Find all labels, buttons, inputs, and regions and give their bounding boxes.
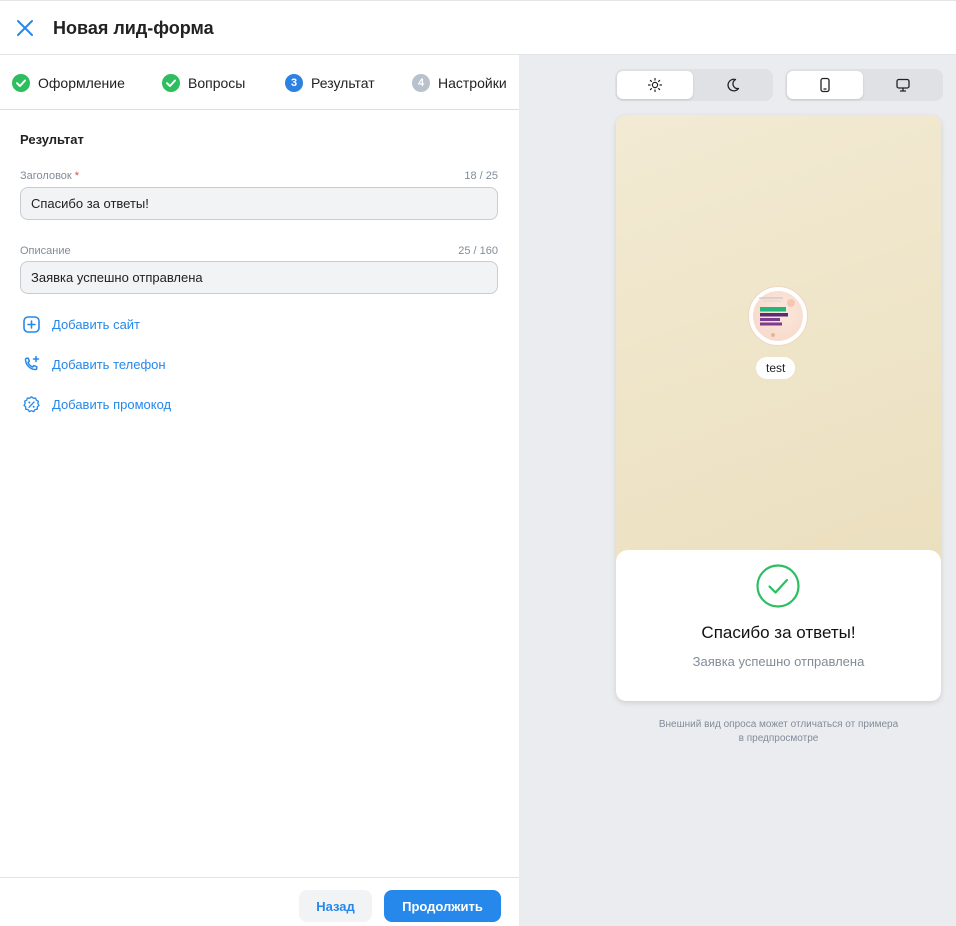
- form-panel: Оформление Вопросы 3 Результат 4 Настрой…: [0, 55, 519, 926]
- step-label: Результат: [311, 75, 375, 91]
- moon-icon: [727, 78, 740, 92]
- step-settings[interactable]: 4 Настройки: [412, 73, 507, 93]
- step-label: Настройки: [438, 75, 507, 91]
- step-label: Оформление: [38, 75, 125, 91]
- description-char-counter: 25 / 160: [458, 245, 498, 257]
- brand-name-chip: test: [756, 357, 796, 379]
- result-title: Спасибо за ответы!: [701, 623, 856, 642]
- mobile-preview-button[interactable]: [787, 71, 863, 99]
- check-icon: [12, 74, 30, 92]
- continue-button[interactable]: Продолжить: [384, 890, 501, 922]
- add-site-label: Добавить сайт: [52, 317, 141, 332]
- step-result[interactable]: 3 Результат: [285, 73, 375, 93]
- add-site-link[interactable]: Добавить сайт: [22, 315, 140, 334]
- avatar-image: [753, 291, 803, 341]
- sun-icon: [647, 77, 663, 93]
- form-footer: Назад Продолжить: [0, 877, 519, 926]
- phone-add-icon: [24, 355, 40, 371]
- dark-theme-button[interactable]: [695, 71, 771, 99]
- brand-avatar: [749, 287, 807, 345]
- check-icon: [162, 74, 180, 92]
- preview-disclaimer: Внешний вид опроса может отличаться от п…: [658, 719, 899, 744]
- add-phone-label: Добавить телефон: [52, 357, 166, 372]
- device-switcher: [785, 69, 943, 101]
- light-theme-button[interactable]: [617, 71, 693, 99]
- add-square-icon: [23, 316, 40, 333]
- step-label: Вопросы: [188, 75, 246, 91]
- description-field-label: Описание: [20, 245, 71, 257]
- title-input[interactable]: Спасибо за ответы!: [20, 187, 498, 220]
- preview-panel: test Спасибо за ответы! Заявка успешно о…: [519, 55, 956, 926]
- add-promo-label: Добавить промокод: [52, 397, 172, 412]
- close-icon[interactable]: [14, 17, 36, 39]
- field-label-text: Заголовок: [20, 170, 72, 182]
- discount-icon: [23, 396, 40, 413]
- success-check-icon: [756, 564, 800, 608]
- title-char-counter: 18 / 25: [464, 170, 498, 182]
- step-design[interactable]: Оформление: [12, 73, 125, 93]
- desktop-preview-button[interactable]: [865, 71, 941, 99]
- phone-icon: [820, 77, 830, 93]
- page-title: Новая лид-форма: [53, 18, 214, 38]
- mobile-preview: test Спасибо за ответы! Заявка успешно о…: [616, 115, 941, 701]
- result-card: Спасибо за ответы! Заявка успешно отправ…: [616, 550, 941, 701]
- title-field-label: Заголовок *: [20, 170, 79, 182]
- step-questions[interactable]: Вопросы: [162, 73, 245, 93]
- required-mark: *: [74, 170, 80, 182]
- add-promo-link[interactable]: Добавить промокод: [22, 395, 171, 414]
- back-button[interactable]: Назад: [299, 890, 372, 922]
- result-description: Заявка успешно отправлена: [692, 654, 865, 669]
- theme-switcher: [615, 69, 773, 101]
- step-number-badge: 4: [412, 74, 430, 92]
- section-title: Результат: [20, 132, 84, 147]
- stepper: Оформление Вопросы 3 Результат 4 Настрой…: [0, 55, 519, 110]
- step-number-badge: 3: [285, 74, 303, 92]
- description-input[interactable]: Заявка успешно отправлена: [20, 261, 498, 294]
- header: Новая лид-форма: [0, 0, 956, 55]
- add-phone-link[interactable]: Добавить телефон: [22, 355, 166, 374]
- desktop-icon: [896, 78, 910, 92]
